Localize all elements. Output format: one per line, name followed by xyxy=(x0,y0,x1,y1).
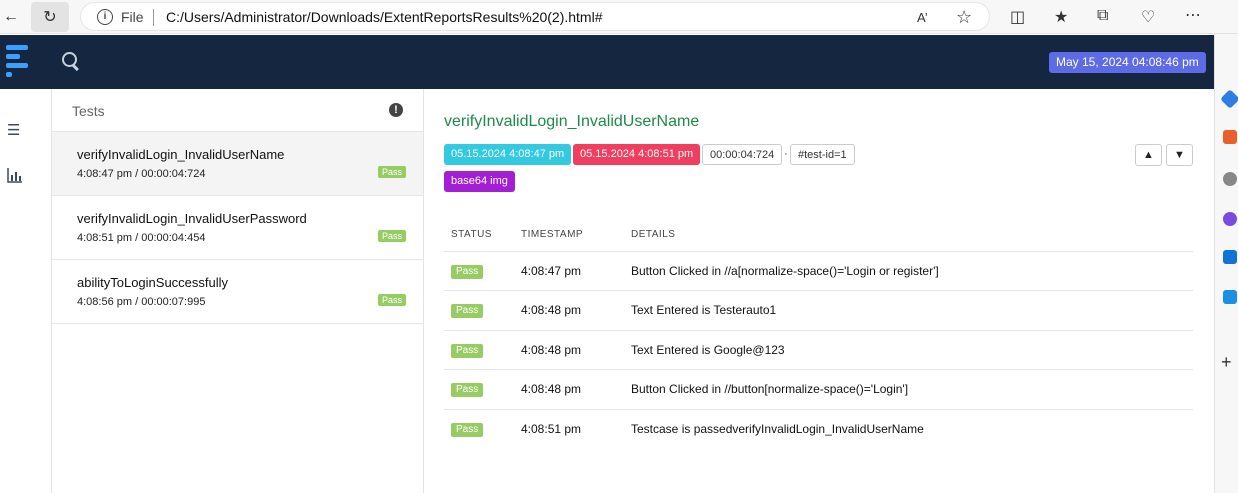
status-filter-icon[interactable]: ! xyxy=(389,103,403,117)
log-row: Pass 4:08:48 pm Button Clicked in //butt… xyxy=(444,369,1193,410)
left-nav: ☰ xyxy=(0,89,52,493)
test-item[interactable]: verifyInvalidLogin_InvalidUserName 4:08:… xyxy=(52,132,423,196)
test-item[interactable]: verifyInvalidLogin_InvalidUserPassword 4… xyxy=(52,196,423,260)
log-timestamp: 4:08:48 pm xyxy=(514,330,624,370)
test-detail-title: verifyInvalidLogin_InvalidUserName xyxy=(444,113,700,130)
browser-essentials-icon[interactable]: ♡ xyxy=(1141,7,1155,27)
column-header-timestamp: TIMESTAMP xyxy=(514,219,624,252)
log-status-badge: Pass xyxy=(451,264,484,279)
tests-panel: Tests ! verifyInvalidLogin_InvalidUserNa… xyxy=(52,89,424,493)
read-aloud-icon[interactable]: A’ xyxy=(917,10,928,25)
tests-panel-header: Tests ! xyxy=(52,89,423,132)
log-details: Text Entered is Google@123 xyxy=(624,330,1193,370)
start-time-badge: 05.15.2024 4:08:47 pm xyxy=(444,144,572,165)
address-bar[interactable]: i File C:/Users/Administrator/Downloads/… xyxy=(80,2,990,31)
report-navbar: May 15, 2024 04:08:46 pm xyxy=(0,35,1214,89)
address-divider xyxy=(153,9,154,26)
test-name: abilityToLoginSuccessfully xyxy=(77,275,229,290)
log-details: Text Entered is Testerauto1 xyxy=(624,290,1193,331)
base64-image-badge[interactable]: base64 img xyxy=(444,171,515,192)
status-badge: Pass xyxy=(377,294,406,306)
tests-panel-title: Tests xyxy=(72,103,105,119)
log-row: Pass 4:08:47 pm Button Clicked in //a[no… xyxy=(444,251,1193,291)
profile-icon[interactable] xyxy=(1223,172,1237,186)
more-menu-icon[interactable]: ⋯ xyxy=(1185,5,1201,25)
favorite-star-icon[interactable]: ☆ xyxy=(956,7,972,28)
log-table: STATUS TIMESTAMP DETAILS Pass 4:08:47 pm… xyxy=(444,219,1193,449)
log-timestamp: 4:08:47 pm xyxy=(514,251,624,291)
log-status-badge: Pass xyxy=(451,304,484,319)
test-time: 4:08:51 pm / 00:00:04:454 xyxy=(77,232,206,244)
tools-icon[interactable] xyxy=(1223,130,1237,144)
info-icon[interactable]: i xyxy=(97,9,113,25)
log-status-badge: Pass xyxy=(451,423,484,437)
file-label: File xyxy=(121,9,144,25)
url-text[interactable]: C:/Users/Administrator/Downloads/ExtentR… xyxy=(166,9,603,25)
log-row: Pass 4:08:51 pm Testcase is passedverify… xyxy=(444,409,1193,449)
send-icon[interactable] xyxy=(1223,290,1237,304)
test-name: verifyInvalidLogin_InvalidUserName xyxy=(77,147,285,162)
test-item[interactable]: abilityToLoginSuccessfully 4:08:56 pm / … xyxy=(52,260,423,324)
refresh-icon[interactable]: ↻ xyxy=(31,2,69,32)
test-time: 4:08:56 pm / 00:00:07:995 xyxy=(77,296,206,308)
log-details: Button Clicked in //button[normalize-spa… xyxy=(624,369,1193,410)
browser-sidebar: + xyxy=(1214,34,1238,493)
favorites-icon[interactable]: ★ xyxy=(1054,7,1068,27)
log-row: Pass 4:08:48 pm Text Entered is Google@1… xyxy=(444,330,1193,370)
badge-separator: · xyxy=(784,148,788,160)
status-badge: Pass xyxy=(377,230,406,242)
log-timestamp: 4:08:48 pm xyxy=(514,369,624,410)
test-time: 4:08:47 pm / 00:00:04:724 xyxy=(77,168,206,180)
log-table-header: STATUS TIMESTAMP DETAILS xyxy=(444,219,1193,252)
split-screen-icon[interactable]: ◫ xyxy=(1010,7,1025,27)
collections-icon[interactable]: ⧉ xyxy=(1097,7,1108,25)
column-header-details: DETAILS xyxy=(624,219,1193,252)
back-arrow-icon[interactable]: ← xyxy=(0,2,22,32)
log-timestamp: 4:08:51 pm xyxy=(521,422,582,436)
log-status-badge: Pass xyxy=(451,383,484,398)
test-name: verifyInvalidLogin_InvalidUserPassword xyxy=(77,211,307,226)
search-icon[interactable] xyxy=(62,52,82,72)
collapse-up-icon[interactable]: ▲ xyxy=(1135,144,1162,166)
log-status-badge: Pass xyxy=(451,343,484,358)
column-header-status: STATUS xyxy=(444,219,514,252)
outlook-icon[interactable] xyxy=(1223,250,1237,264)
browser-toolbar: ← ↻ i File C:/Users/Administrator/Downlo… xyxy=(0,0,1238,34)
test-list-icon[interactable]: ☰ xyxy=(7,121,20,139)
test-detail-panel: verifyInvalidLogin_InvalidUserName 05.15… xyxy=(424,89,1214,493)
dashboard-chart-icon[interactable] xyxy=(7,167,23,187)
games-icon[interactable] xyxy=(1223,212,1237,226)
log-row: Pass 4:08:48 pm Text Entered is Testerau… xyxy=(444,290,1193,331)
duration-badge: 00:00:04:724 xyxy=(702,144,783,165)
add-icon[interactable]: + xyxy=(1221,352,1232,373)
status-badge: Pass xyxy=(377,166,406,178)
expand-down-icon[interactable]: ▼ xyxy=(1166,144,1193,166)
log-timestamp: 4:08:48 pm xyxy=(514,290,624,331)
copilot-icon[interactable] xyxy=(1220,89,1238,109)
extent-logo-icon xyxy=(6,45,30,77)
log-details: Button Clicked in //a[normalize-space()=… xyxy=(624,251,1193,291)
log-details: Testcase is passedverifyInvalidLogin_Inv… xyxy=(631,422,924,436)
end-time-badge: 05.15.2024 4:08:51 pm xyxy=(573,144,701,165)
test-id-badge: #test-id=1 xyxy=(790,144,855,165)
report-date-badge: May 15, 2024 04:08:46 pm xyxy=(1049,52,1206,73)
